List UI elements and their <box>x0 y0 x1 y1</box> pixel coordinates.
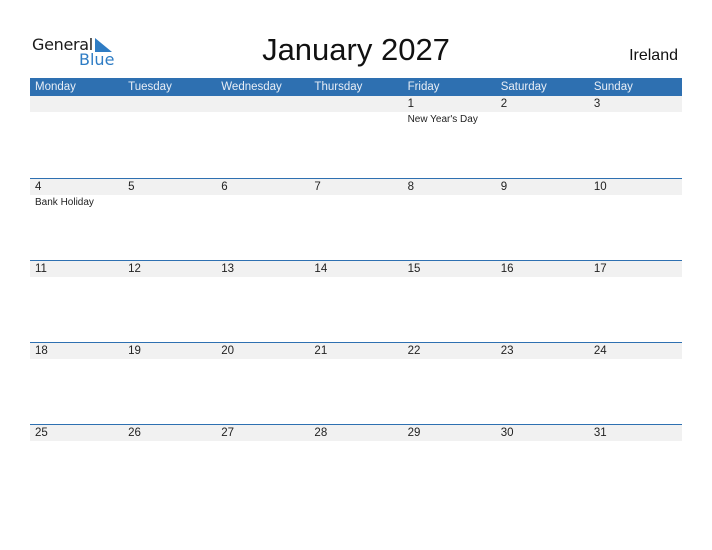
day-number: 5 <box>123 179 217 195</box>
day-cell: 30 <box>495 425 589 506</box>
day-cell: 27 <box>216 425 310 506</box>
day-number: 16 <box>495 261 589 277</box>
calendar-title: January 2027 <box>262 32 450 67</box>
day-cell: 21 <box>309 343 403 424</box>
weekday-sunday: Sunday <box>593 81 633 93</box>
day-number: 8 <box>402 179 496 195</box>
day-number <box>123 96 217 112</box>
day-cell: 2 <box>495 96 589 178</box>
day-cell: 1 New Year's Day <box>402 96 496 178</box>
day-number: 22 <box>402 343 496 359</box>
calendar-grid: Monday Tuesday Wednesday Thursday Friday… <box>30 78 682 506</box>
day-cell: 5 <box>123 179 217 260</box>
day-cell: 19 <box>123 343 217 424</box>
week-row: 11 12 13 14 15 16 17 <box>30 260 682 342</box>
day-number <box>30 96 124 112</box>
weekday-tuesday: Tuesday <box>128 81 172 93</box>
holiday-label: New Year's Day <box>407 114 478 125</box>
day-cell: 15 <box>402 261 496 342</box>
day-cell: 22 <box>402 343 496 424</box>
day-cell: 29 <box>402 425 496 506</box>
day-cell: 25 <box>30 425 124 506</box>
day-number: 27 <box>216 425 310 441</box>
day-number: 15 <box>402 261 496 277</box>
day-number: 10 <box>588 179 682 195</box>
day-number: 6 <box>216 179 310 195</box>
day-number: 26 <box>123 425 217 441</box>
day-number: 2 <box>495 96 589 112</box>
day-number: 4 <box>30 179 124 195</box>
weekday-saturday: Saturday <box>500 81 547 93</box>
day-cell: 26 <box>123 425 217 506</box>
day-number: 24 <box>588 343 682 359</box>
day-cell: 11 <box>30 261 124 342</box>
day-cell: 20 <box>216 343 310 424</box>
day-cell: 9 <box>495 179 589 260</box>
day-number: 7 <box>309 179 403 195</box>
day-cell <box>30 96 124 178</box>
weekday-friday: Friday <box>407 81 440 93</box>
day-number <box>309 96 403 112</box>
weekday-monday: Monday <box>35 81 76 93</box>
day-number: 3 <box>588 96 682 112</box>
day-cell <box>123 96 217 178</box>
day-number: 30 <box>495 425 589 441</box>
day-number: 29 <box>402 425 496 441</box>
day-cell: 17 <box>588 261 682 342</box>
day-number: 20 <box>216 343 310 359</box>
weekday-thursday: Thursday <box>314 81 363 93</box>
day-cell: 24 <box>588 343 682 424</box>
day-number: 25 <box>30 425 124 441</box>
holiday-label: Bank Holiday <box>35 197 94 208</box>
week-row: 1 New Year's Day 2 3 <box>30 96 682 178</box>
day-number: 19 <box>123 343 217 359</box>
day-cell: 23 <box>495 343 589 424</box>
day-number: 23 <box>495 343 589 359</box>
day-cell <box>216 96 310 178</box>
day-number: 28 <box>309 425 403 441</box>
weekday-header: Monday Tuesday Wednesday Thursday Friday… <box>30 78 682 96</box>
week-row: 25 26 27 28 29 30 31 <box>30 424 682 506</box>
day-cell: 14 <box>309 261 403 342</box>
day-number: 11 <box>30 261 124 277</box>
week-row: 4 Bank Holiday 5 6 7 8 9 10 <box>30 178 682 260</box>
day-number: 14 <box>309 261 403 277</box>
day-cell: 7 <box>309 179 403 260</box>
day-cell: 13 <box>216 261 310 342</box>
day-number: 31 <box>588 425 682 441</box>
day-number: 21 <box>309 343 403 359</box>
day-number: 13 <box>216 261 310 277</box>
weekday-wednesday: Wednesday <box>221 81 282 93</box>
day-number: 9 <box>495 179 589 195</box>
day-cell: 28 <box>309 425 403 506</box>
day-cell: 4 Bank Holiday <box>30 179 124 260</box>
day-cell: 12 <box>123 261 217 342</box>
day-cell <box>309 96 403 178</box>
day-cell: 31 <box>588 425 682 506</box>
day-cell: 3 <box>588 96 682 178</box>
country-label: Ireland <box>629 47 678 64</box>
day-cell: 10 <box>588 179 682 260</box>
day-number <box>216 96 310 112</box>
day-number: 17 <box>588 261 682 277</box>
day-number: 18 <box>30 343 124 359</box>
day-cell: 16 <box>495 261 589 342</box>
day-cell: 6 <box>216 179 310 260</box>
day-number: 12 <box>123 261 217 277</box>
day-cell: 18 <box>30 343 124 424</box>
day-cell: 8 <box>402 179 496 260</box>
day-number: 1 <box>402 96 496 112</box>
week-row: 18 19 20 21 22 23 24 <box>30 342 682 424</box>
